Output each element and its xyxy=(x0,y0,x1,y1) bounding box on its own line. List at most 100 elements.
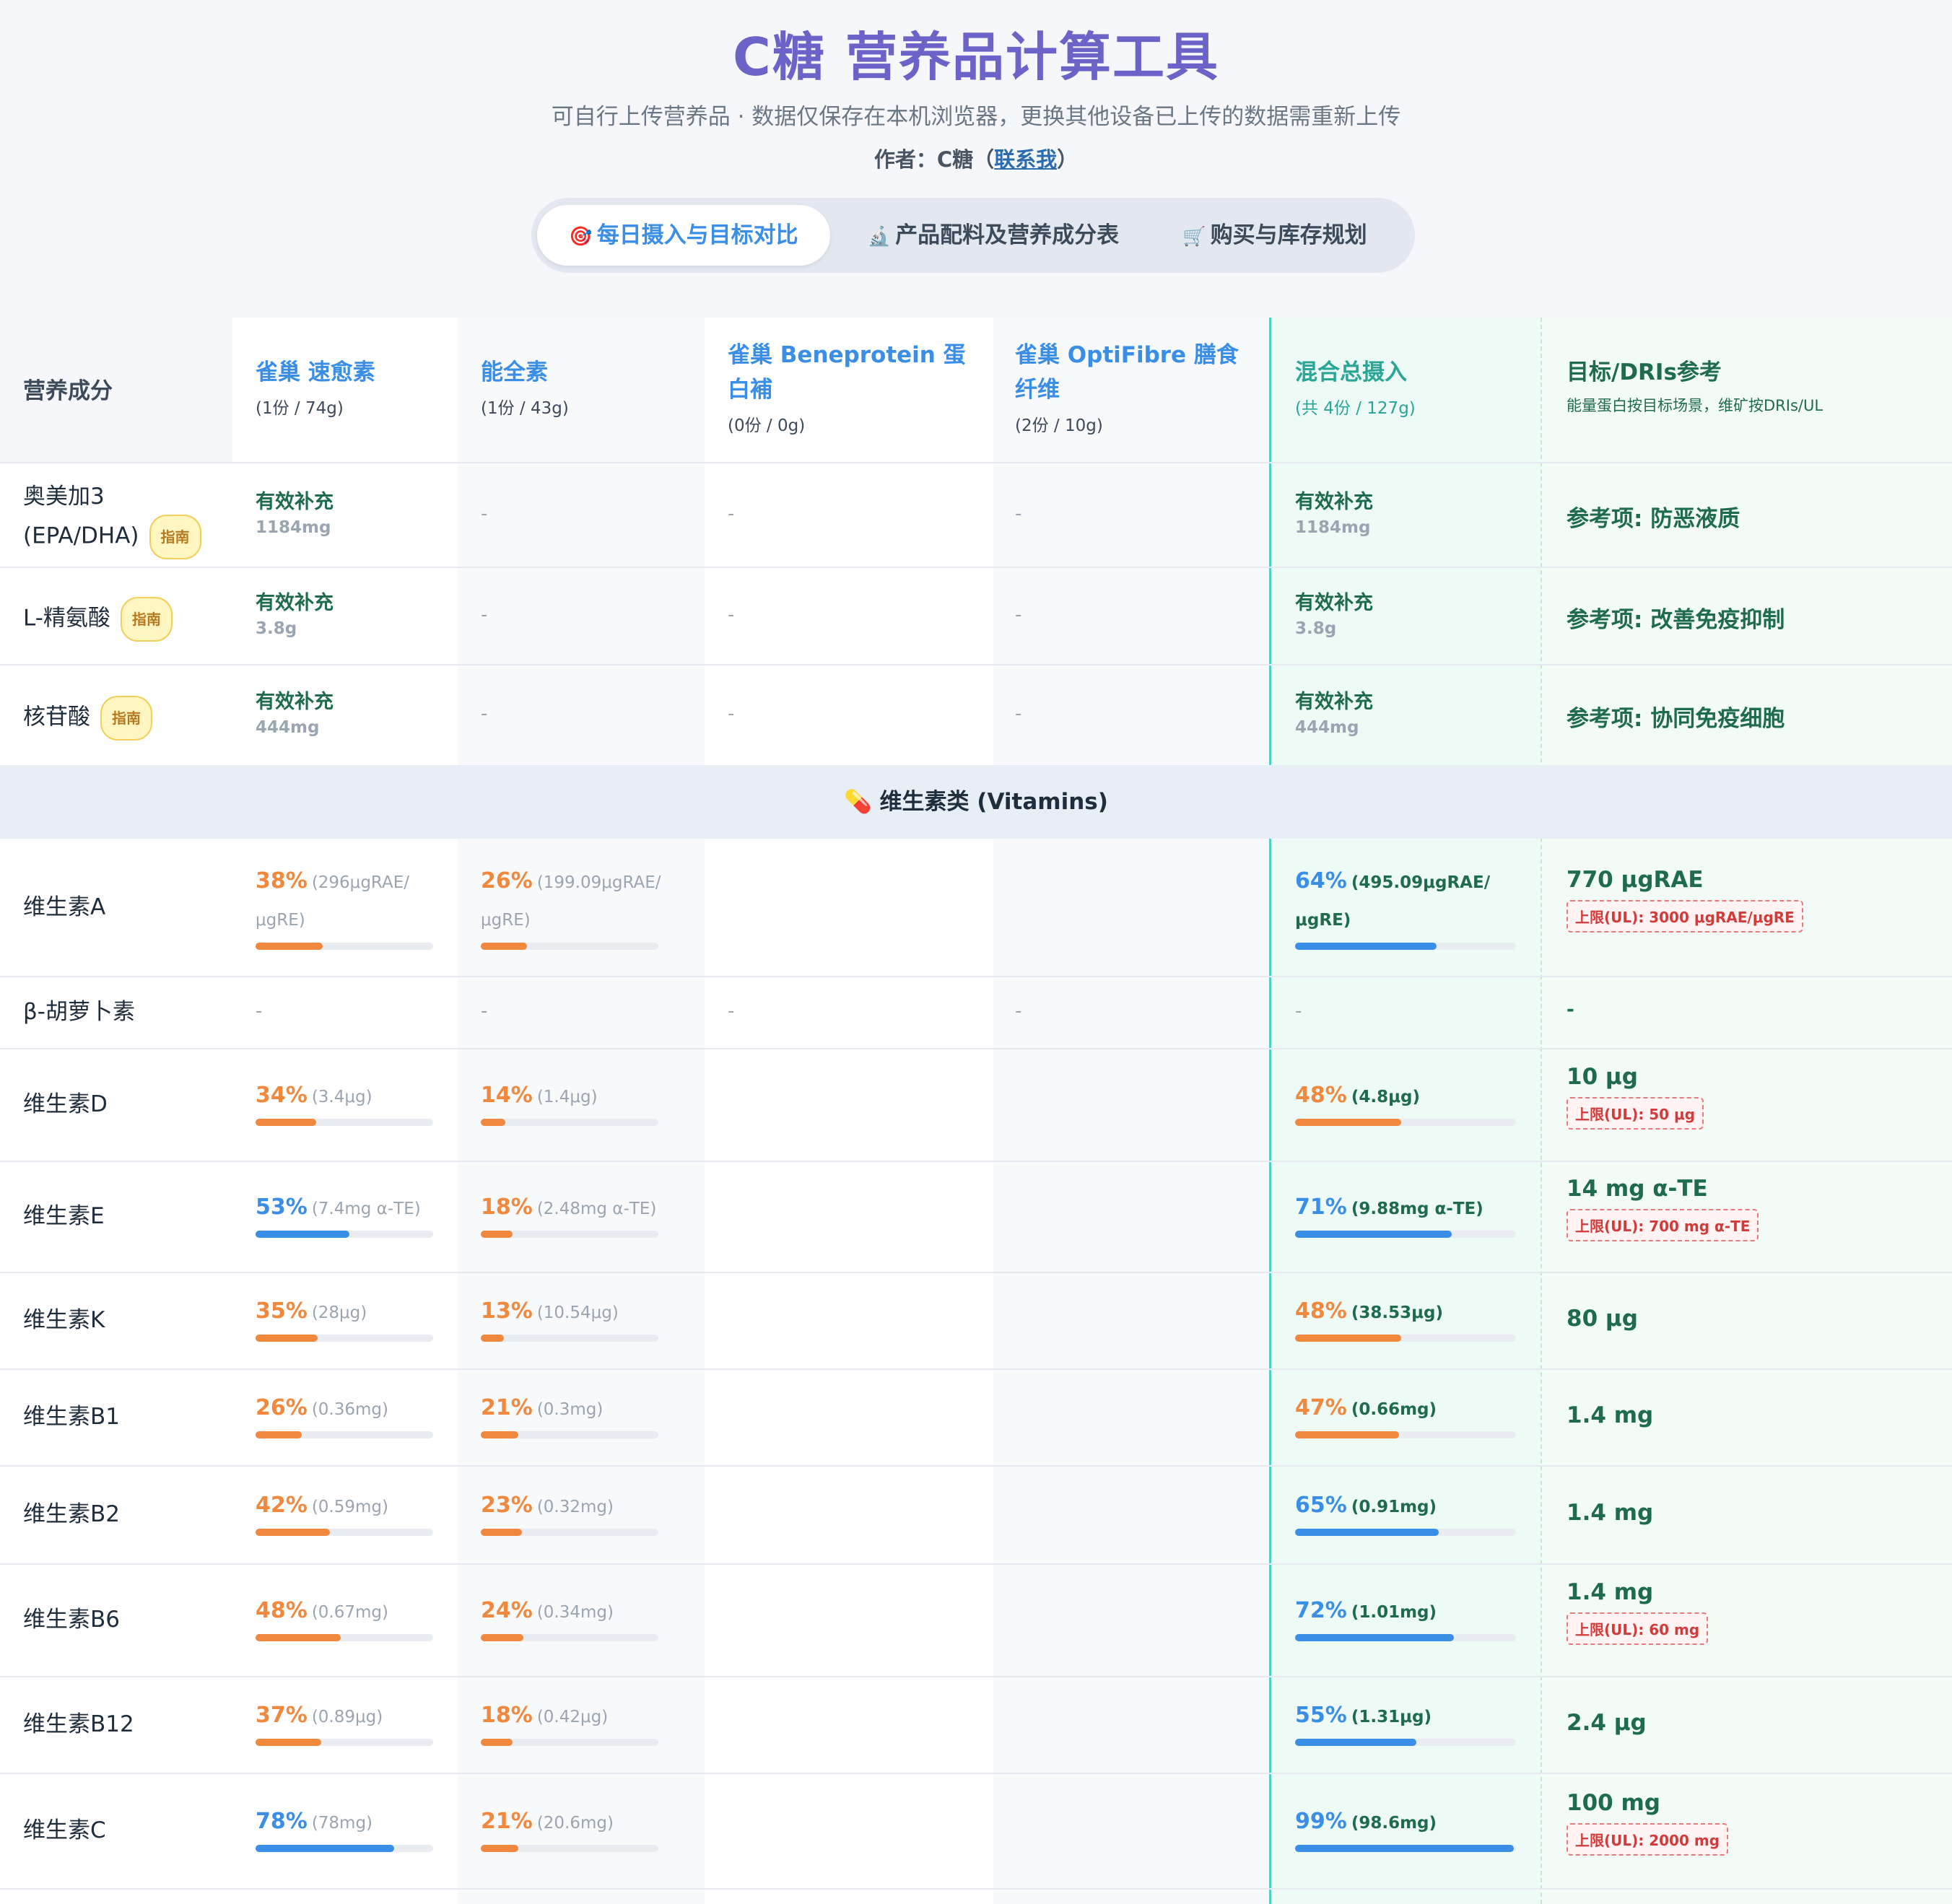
page-subtitle: 可自行上传营养品 · 数据仅保存在本机浏览器，更换其他设备已上传的数据需重新上传 xyxy=(551,104,1401,130)
total-percent-cell: 64% (495.09μgRAE/μgRE) xyxy=(1295,863,1526,940)
progress-bar xyxy=(256,1119,433,1126)
empty-cell: - xyxy=(1015,1000,1022,1022)
total-percent-cell: 48% (4.8μg) xyxy=(1295,1081,1526,1113)
progress-fill xyxy=(256,1739,322,1746)
empty-cell: - xyxy=(481,502,488,525)
row-divider xyxy=(0,976,1952,977)
progress-bar xyxy=(256,1739,433,1746)
amount-value: (0.66mg) xyxy=(1351,1400,1437,1419)
percent-value: 53% xyxy=(256,1195,308,1220)
percent-cell: 26% (0.36mg) xyxy=(256,1394,443,1425)
upper-limit-badge: 上限(UL): 700 mg α-TE xyxy=(1567,1209,1759,1241)
guide-badge[interactable]: 指南 xyxy=(120,596,173,642)
progress-fill xyxy=(256,1634,341,1641)
progress-bar xyxy=(256,1529,433,1536)
progress-bar xyxy=(481,1119,658,1126)
progress-fill xyxy=(481,1119,506,1126)
header-product-1[interactable]: 雀巢 速愈素 (1份 / 74g) xyxy=(256,355,443,419)
progress-bar xyxy=(1295,1431,1516,1438)
percent-cell: 13% (10.54μg) xyxy=(481,1297,683,1329)
target-cell: 770 μgRAE 上限(UL): 3000 μgRAE/μgRE xyxy=(1567,867,1803,933)
total-cell: 有效补充 444mg xyxy=(1295,686,1373,737)
progress-bar xyxy=(481,1431,658,1438)
total-percent-cell: 65% (0.91mg) xyxy=(1295,1491,1526,1523)
amount-value: (7.4mg α-TE) xyxy=(311,1200,421,1218)
amount-text: 3.8g xyxy=(1295,619,1337,638)
target-value: 1.4 mg xyxy=(1567,1402,1654,1428)
percent-value: 26% xyxy=(481,868,533,894)
target-cell: 1.4 mg 上限(UL): 60 mg xyxy=(1567,1579,1709,1645)
amount-value: (0.36mg) xyxy=(311,1400,388,1419)
percent-cell: 18% (2.48mg α-TE) xyxy=(481,1193,683,1225)
amount-value: (20.6mg) xyxy=(536,1814,614,1833)
progress-fill xyxy=(481,1529,522,1536)
percent-value: 48% xyxy=(1295,1298,1347,1324)
amount-text: 1184mg xyxy=(1295,518,1371,537)
percent-value: 65% xyxy=(1295,1493,1347,1518)
progress-fill xyxy=(481,1634,524,1641)
empty-cell: - xyxy=(1015,603,1022,626)
total-cell: 有效补充 1184mg xyxy=(1295,486,1373,537)
empty-cell: - xyxy=(728,703,735,725)
progress-bar xyxy=(256,1231,433,1238)
tab-daily-intake[interactable]: 🎯 每日摄入与目标对比 xyxy=(537,205,830,266)
amount-value: (28μg) xyxy=(311,1303,367,1322)
tab-purchase[interactable]: 🛒 购买与库存规划 xyxy=(1159,205,1390,266)
progress-fill xyxy=(256,943,323,950)
row-divider xyxy=(0,462,1952,463)
percent-cell: 14% (1.4μg) xyxy=(481,1081,683,1113)
amount-value: (1.01mg) xyxy=(1351,1603,1437,1622)
progress-fill xyxy=(1295,1231,1452,1238)
progress-fill xyxy=(1295,943,1437,950)
percent-value: 78% xyxy=(256,1809,308,1834)
header-product-3[interactable]: 雀巢 Beneprotein 蛋白補 (0份 / 0g) xyxy=(728,338,966,436)
nutrient-name: L-精氨酸 指南 xyxy=(23,596,225,642)
percent-cell: 21% (0.3mg) xyxy=(481,1394,683,1425)
guide-badge[interactable]: 指南 xyxy=(149,514,201,559)
progress-bar xyxy=(1295,1119,1516,1126)
nutrient-label: 核苷酸 xyxy=(23,704,90,730)
amount-value: (0.34mg) xyxy=(536,1603,614,1622)
tab-ingredients[interactable]: 🔬 产品配料及营养成分表 xyxy=(849,205,1138,266)
target-value: 14 mg α-TE xyxy=(1567,1176,1708,1202)
amount-value: (2.48mg α-TE) xyxy=(536,1200,657,1218)
progress-fill xyxy=(1295,1119,1401,1126)
special-cell: 有效补充 3.8g xyxy=(256,587,334,638)
header-nutrient: 营养成分 xyxy=(23,378,113,404)
percent-value: 14% xyxy=(481,1083,533,1108)
total-percent-cell: 47% (0.66mg) xyxy=(1295,1394,1526,1425)
empty-cell: - xyxy=(1015,703,1022,725)
target-value: 2.4 μg xyxy=(1567,1710,1647,1736)
empty-cell: - xyxy=(481,1000,488,1022)
guide-badge[interactable]: 指南 xyxy=(100,696,152,741)
author-suffix: ） xyxy=(1057,147,1079,172)
progress-fill xyxy=(481,1431,518,1438)
special-cell: 有效补充 1184mg xyxy=(256,486,334,537)
row-divider xyxy=(0,1888,1952,1890)
target-cell: 14 mg α-TE 上限(UL): 700 mg α-TE xyxy=(1567,1176,1759,1241)
percent-value: 55% xyxy=(1295,1703,1347,1728)
page-header: C糖 营养品计算工具 可自行上传营养品 · 数据仅保存在本机浏览器，更换其他设备… xyxy=(0,0,1952,318)
amount-text: 3.8g xyxy=(256,619,297,638)
nutrient-name: 维生素B6 xyxy=(23,1607,120,1633)
amount-text: 1184mg xyxy=(256,518,331,537)
status-text: 有效补充 xyxy=(256,490,334,513)
target-value: - xyxy=(1567,999,1574,1021)
reference-text: 参考项: 改善免疫抑制 xyxy=(1567,606,1785,633)
percent-value: 47% xyxy=(1295,1395,1347,1420)
progress-bar xyxy=(1295,943,1516,950)
target-value: 770 μgRAE xyxy=(1567,867,1704,893)
nutrient-name: 维生素E xyxy=(23,1203,105,1229)
amount-value: (1.4μg) xyxy=(536,1088,598,1106)
progress-bar xyxy=(481,1529,658,1536)
nutrient-name: 维生素K xyxy=(23,1307,105,1333)
header-product-2[interactable]: 能全素 (1份 / 43g) xyxy=(481,355,683,419)
progress-fill xyxy=(256,1529,331,1536)
header-product-4[interactable]: 雀巢 OptiFibre 膳食纤维 (2份 / 10g) xyxy=(1015,338,1253,436)
empty-cell: - xyxy=(481,603,488,626)
amount-value: (10.54μg) xyxy=(536,1303,619,1322)
percent-cell: 42% (0.59mg) xyxy=(256,1491,443,1523)
contact-link[interactable]: 联系我 xyxy=(994,147,1057,172)
total-percent-cell: 55% (1.31μg) xyxy=(1295,1701,1526,1733)
progress-bar xyxy=(1295,1529,1516,1536)
